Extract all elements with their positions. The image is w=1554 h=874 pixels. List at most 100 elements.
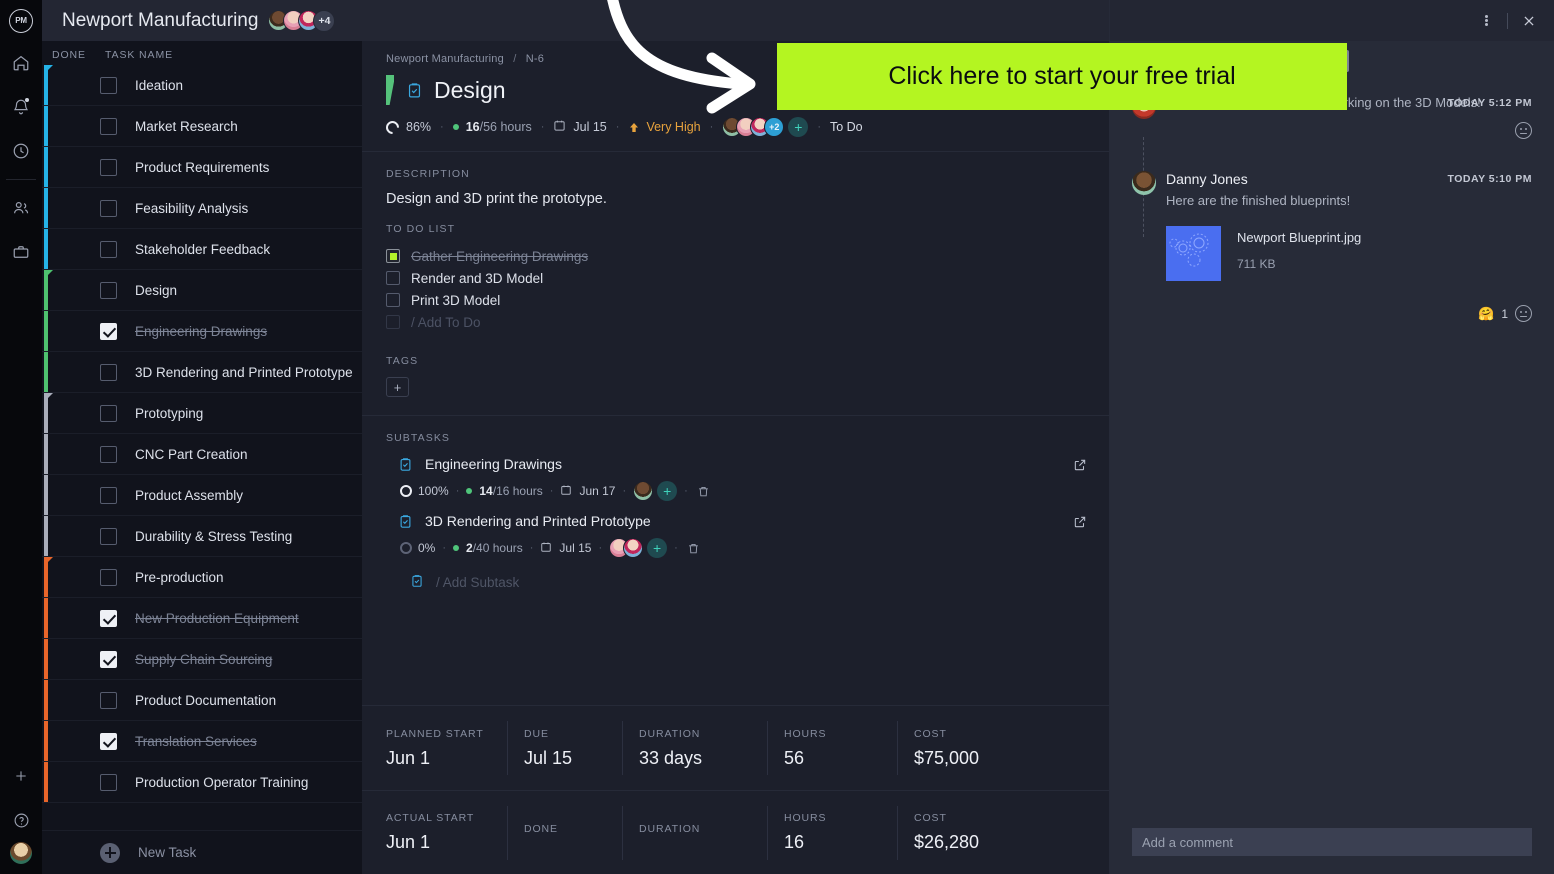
- task-done-checkbox[interactable]: [100, 158, 117, 176]
- task-done-checkbox[interactable]: [100, 773, 117, 791]
- task-done-checkbox[interactable]: [100, 240, 117, 258]
- rail-user-avatar[interactable]: [10, 842, 32, 864]
- task-done-checkbox[interactable]: [100, 322, 117, 340]
- comment-attachment[interactable]: Newport Blueprint.jpg 711 KB: [1110, 226, 1554, 281]
- rail-item-time[interactable]: [0, 129, 42, 173]
- stat-value: $26,280: [914, 832, 980, 852]
- task-phase-strip: [44, 352, 48, 392]
- task-done-checkbox[interactable]: [100, 117, 117, 135]
- stat-value: Jun 1: [386, 747, 431, 768]
- close-icon[interactable]: [1516, 8, 1542, 34]
- task-done-checkbox[interactable]: [100, 363, 117, 381]
- task-done-checkbox[interactable]: [100, 527, 117, 545]
- progress-indicator[interactable]: 86%: [383, 117, 431, 137]
- task-done-checkbox[interactable]: [100, 609, 117, 627]
- todo-item[interactable]: Render and 3D Model: [386, 267, 1109, 289]
- status-value[interactable]: To Do: [830, 120, 863, 134]
- task-done-checkbox[interactable]: [100, 486, 117, 504]
- task-row[interactable]: Product Assembly: [42, 475, 362, 516]
- meta-separator: ·: [455, 485, 460, 497]
- free-trial-banner[interactable]: Click here to start your free trial: [777, 43, 1347, 110]
- rail-item-home[interactable]: [0, 41, 42, 85]
- task-done-checkbox[interactable]: [100, 281, 117, 299]
- task-row[interactable]: 3D Rendering and Printed Prototype: [42, 352, 362, 393]
- more-vertical-icon[interactable]: [1473, 8, 1499, 34]
- subtask-item[interactable]: Engineering Drawings 100% · 14/16 hours · Jun…: [386, 456, 1109, 501]
- assignee-avatars[interactable]: +2 +: [722, 117, 809, 137]
- breadcrumb-id[interactable]: N-6: [526, 53, 544, 65]
- add-tag-button[interactable]: +: [386, 377, 409, 397]
- task-done-checkbox[interactable]: [100, 404, 117, 422]
- add-reaction-icon[interactable]: [1515, 305, 1532, 322]
- open-subtask-icon[interactable]: [1073, 458, 1087, 477]
- task-row[interactable]: Product Documentation: [42, 680, 362, 721]
- task-done-checkbox[interactable]: [100, 76, 117, 94]
- add-assignee-button[interactable]: +: [657, 481, 678, 501]
- task-row[interactable]: Design: [42, 270, 362, 311]
- task-row[interactable]: Translation Services: [42, 721, 362, 762]
- comment-input[interactable]: [1132, 828, 1532, 856]
- breadcrumb-project[interactable]: Newport Manufacturing: [386, 53, 504, 65]
- subtask-hours-done: 14: [479, 484, 493, 498]
- todo-checkbox[interactable]: [386, 293, 400, 307]
- description-text[interactable]: Design and 3D print the prototype.: [386, 191, 1109, 207]
- add-assignee-button[interactable]: +: [788, 117, 809, 137]
- todo-item[interactable]: Gather Engineering Drawings: [386, 245, 1109, 267]
- task-row[interactable]: CNC Part Creation: [42, 434, 362, 475]
- rail-item-portfolio[interactable]: [0, 230, 42, 274]
- add-assignee-button[interactable]: +: [647, 538, 668, 558]
- todo-item[interactable]: Print 3D Model: [386, 289, 1109, 311]
- task-row[interactable]: Supply Chain Sourcing: [42, 639, 362, 680]
- subtask-item[interactable]: 3D Rendering and Printed Prototype 0% · 2/4…: [386, 513, 1109, 558]
- todo-checkbox[interactable]: [386, 271, 400, 285]
- subtask-assignees[interactable]: +: [609, 538, 668, 558]
- hug-emoji-icon[interactable]: 🤗: [1478, 306, 1494, 322]
- stat-cell: HOURS 16: [767, 805, 897, 860]
- task-done-checkbox[interactable]: [100, 650, 117, 668]
- priority-indicator[interactable]: Very High: [628, 120, 701, 134]
- attachment-name[interactable]: Newport Blueprint.jpg: [1237, 230, 1361, 245]
- rail-item-add[interactable]: [0, 754, 42, 798]
- add-subtask-row[interactable]: / Add Subtask: [386, 574, 1109, 591]
- todo-checkbox[interactable]: [386, 249, 400, 263]
- task-row[interactable]: Stakeholder Feedback: [42, 229, 362, 270]
- task-done-checkbox[interactable]: [100, 445, 117, 463]
- stat-key: DURATION: [639, 822, 701, 835]
- subtask-assignees[interactable]: +: [633, 481, 678, 501]
- attachment-reaction-row[interactable]: 🤗 1: [1110, 305, 1554, 322]
- app-logo[interactable]: PM: [0, 0, 42, 41]
- task-done-checkbox[interactable]: [100, 199, 117, 217]
- due-date-indicator[interactable]: Jul 15: [553, 119, 607, 135]
- task-row[interactable]: Product Requirements: [42, 147, 362, 188]
- task-done-checkbox[interactable]: [100, 691, 117, 709]
- hours-indicator[interactable]: 16 /56 hours: [452, 120, 532, 134]
- task-name: Feasibility Analysis: [135, 200, 249, 216]
- delete-subtask-icon[interactable]: [687, 542, 700, 555]
- comment-reaction-row[interactable]: [1110, 122, 1554, 139]
- task-done-checkbox[interactable]: [100, 732, 117, 750]
- open-subtask-icon[interactable]: [1073, 515, 1087, 534]
- rail-item-notifications[interactable]: [0, 85, 42, 129]
- task-row[interactable]: Durability & Stress Testing: [42, 516, 362, 557]
- meta-separator: ·: [709, 121, 714, 133]
- avatar-overflow[interactable]: +4: [313, 9, 336, 32]
- new-task-button[interactable]: New Task: [42, 830, 362, 874]
- add-reaction-icon[interactable]: [1515, 122, 1532, 139]
- task-row[interactable]: Prototyping: [42, 393, 362, 434]
- task-row[interactable]: Engineering Drawings: [42, 311, 362, 352]
- delete-subtask-icon[interactable]: [697, 485, 710, 498]
- task-row[interactable]: Pre-production: [42, 557, 362, 598]
- project-members[interactable]: +4: [268, 9, 336, 32]
- task-done-checkbox[interactable]: [100, 568, 117, 586]
- rail-item-team[interactable]: [0, 186, 42, 230]
- rail-item-help[interactable]: [0, 798, 42, 842]
- task-row[interactable]: Market Research: [42, 106, 362, 147]
- task-row[interactable]: New Production Equipment: [42, 598, 362, 639]
- task-row[interactable]: Feasibility Analysis: [42, 188, 362, 229]
- task-row[interactable]: Production Operator Training: [42, 762, 362, 803]
- task-row[interactable]: Ideation: [42, 65, 362, 106]
- add-todo-row[interactable]: / Add To Do: [386, 311, 1109, 333]
- assignee-overflow[interactable]: +2: [764, 117, 785, 137]
- subtask-meta: 0% · 2/40 hours · Jul 15 · + ·: [400, 538, 1109, 558]
- breadcrumb-separator: /: [513, 53, 517, 65]
